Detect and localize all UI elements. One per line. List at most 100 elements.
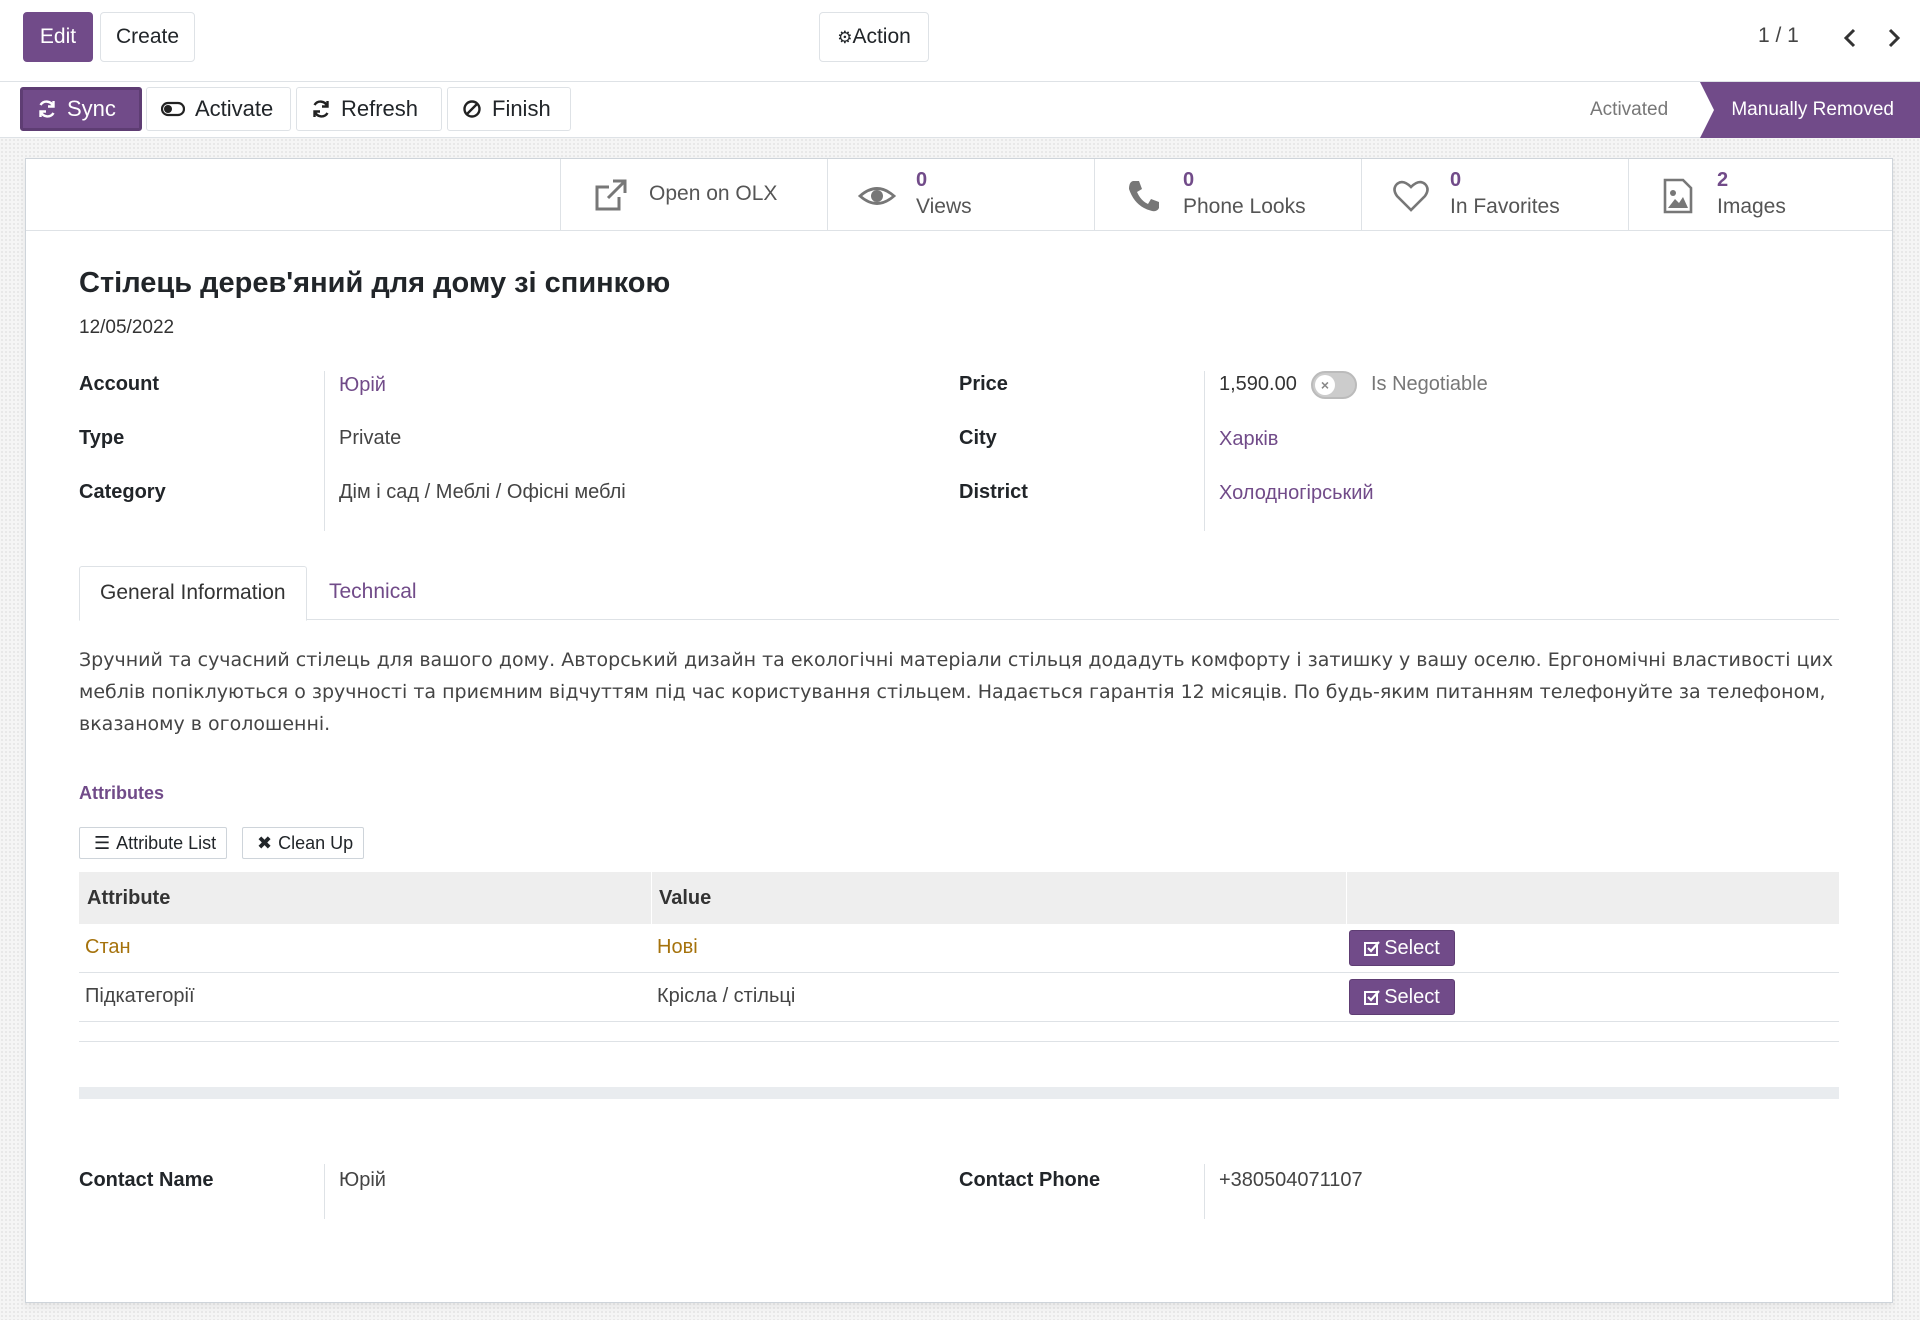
select-button[interactable]: Select (1349, 979, 1455, 1015)
sync-button[interactable]: Sync (20, 87, 142, 131)
attribute-name: Підкатегорії (85, 985, 195, 1007)
list-icon: ☰ (94, 833, 111, 853)
phone-looks-count: 0 (1183, 169, 1195, 191)
close-icon: × (1315, 375, 1335, 395)
edit-button[interactable]: Edit (23, 12, 93, 62)
district-link[interactable]: Холодногірський (1219, 482, 1374, 505)
image-file-icon (1659, 177, 1697, 215)
eye-icon (857, 177, 897, 215)
pager-value[interactable]: 1 / 1 (1758, 24, 1799, 48)
contact-name-label: Contact Name (79, 1169, 214, 1191)
price-label: Price (959, 373, 1008, 395)
sync-label: Sync (67, 96, 116, 121)
clean-up-label: Clean Up (278, 833, 354, 853)
attribute-name: Стан (85, 936, 131, 958)
tab-general-information[interactable]: General Information (79, 566, 307, 621)
account-label: Account (79, 373, 159, 395)
in-favorites-button[interactable]: 0 In Favorites (1361, 159, 1628, 231)
images-label: Images (1717, 195, 1786, 218)
select-button[interactable]: Select (1349, 930, 1455, 966)
check-square-icon (1364, 941, 1381, 956)
tab-technical[interactable]: Technical (309, 566, 437, 621)
contact-name-value[interactable]: Юрій (339, 1169, 386, 1192)
field-divider (1204, 371, 1205, 531)
finish-label: Finish (492, 96, 551, 121)
create-button[interactable]: Create (100, 12, 195, 62)
views-label: Views (916, 195, 972, 218)
attribute-value: Крісла / стільці (657, 985, 796, 1007)
ban-icon (463, 100, 481, 118)
attribute-list-label: Attribute List (116, 833, 217, 853)
column-header-attribute[interactable]: Attribute (79, 872, 170, 924)
district-label: District (959, 481, 1028, 503)
pager-next-icon[interactable] (1882, 22, 1906, 54)
attribute-value: Нові (657, 936, 698, 958)
stage-manually-removed[interactable]: Manually Removed (1700, 82, 1920, 138)
close-icon: ✖ (257, 833, 273, 853)
toggle-icon (160, 101, 186, 117)
table-row[interactable]: Підкатегорії Крісла / стільці Select (79, 973, 1839, 1022)
contact-phone-label: Contact Phone (959, 1169, 1101, 1191)
phone-looks-button[interactable]: 0 Phone Looks (1094, 159, 1361, 231)
form-sheet: Open on OLX 0 Views 0 Phone Looks 0 In F… (25, 158, 1893, 1303)
action-button[interactable]: ⚙Action (819, 12, 929, 62)
in-favorites-label: In Favorites (1450, 195, 1560, 218)
type-value[interactable]: Private (339, 427, 401, 450)
refresh-icon (313, 100, 329, 118)
images-button[interactable]: 2 Images (1628, 159, 1895, 231)
views-count: 0 (916, 169, 928, 191)
smart-button-box: Open on OLX 0 Views 0 Phone Looks 0 In F… (26, 159, 1892, 231)
external-link-icon (591, 177, 629, 215)
select-label: Select (1384, 937, 1440, 959)
open-on-olx-label: Open on OLX (649, 182, 778, 205)
select-label: Select (1384, 986, 1440, 1008)
attribute-list-button[interactable]: ☰ Attribute List (79, 827, 228, 859)
is-negotiable-label: Is Negotiable (1371, 373, 1488, 395)
clean-up-button[interactable]: ✖ Clean Up (242, 827, 365, 859)
column-divider (1346, 872, 1347, 924)
field-divider (324, 1164, 325, 1219)
status-bar: Sync Activate Refresh Finish Activated M… (0, 82, 1920, 138)
control-panel: Edit Create ⚙Action 1 / 1 (0, 0, 1920, 82)
attributes-heading: Attributes (79, 783, 164, 803)
record-date[interactable]: 12/05/2022 (79, 317, 174, 339)
refresh-button[interactable]: Refresh (296, 87, 442, 131)
check-square-icon (1364, 990, 1381, 1005)
refresh-label: Refresh (341, 96, 419, 121)
separator (79, 1041, 1839, 1042)
column-header-value[interactable]: Value (651, 872, 711, 924)
action-label: Action (852, 25, 911, 48)
record-title[interactable]: Стілець дерев'яний для дому зі спинкою (79, 267, 670, 300)
heart-icon (1392, 177, 1430, 215)
pager-previous-icon[interactable] (1838, 22, 1862, 54)
contact-phone-value[interactable]: +380504071107 (1219, 1169, 1363, 1192)
table-row[interactable]: Стан Нові Select (79, 924, 1839, 973)
activate-button[interactable]: Activate (146, 87, 291, 131)
field-divider (324, 371, 325, 531)
attributes-table: Attribute Value Стан Нові Select Підкате… (79, 872, 1839, 1022)
separator (79, 1087, 1839, 1099)
gear-icon: ⚙ (837, 28, 853, 47)
images-count: 2 (1717, 169, 1729, 191)
account-link[interactable]: Юрій (339, 374, 386, 397)
notebook-tabs: General Information Technical (79, 566, 1839, 621)
in-favorites-count: 0 (1450, 169, 1462, 191)
activate-label: Activate (195, 96, 274, 121)
views-button[interactable]: 0 Views (827, 159, 1094, 231)
open-on-olx-button[interactable]: Open on OLX (560, 159, 827, 231)
type-label: Type (79, 427, 125, 449)
phone-looks-label: Phone Looks (1183, 195, 1306, 218)
stage-activated[interactable]: Activated (1590, 82, 1668, 138)
is-negotiable-toggle[interactable]: × (1311, 371, 1357, 399)
field-divider (1204, 1164, 1205, 1219)
category-value[interactable]: Дім і сад / Меблі / Офісні меблі (339, 481, 626, 504)
category-label: Category (79, 481, 166, 503)
description-text[interactable]: Зручний та сучасний стілець для вашого д… (79, 644, 1839, 740)
refresh-icon (39, 100, 55, 118)
city-link[interactable]: Харків (1219, 428, 1278, 451)
phone-icon (1125, 177, 1163, 215)
finish-button[interactable]: Finish (447, 87, 571, 131)
city-label: City (959, 427, 997, 449)
price-value[interactable]: 1,590.00 (1219, 373, 1297, 396)
table-header: Attribute Value (79, 872, 1839, 924)
